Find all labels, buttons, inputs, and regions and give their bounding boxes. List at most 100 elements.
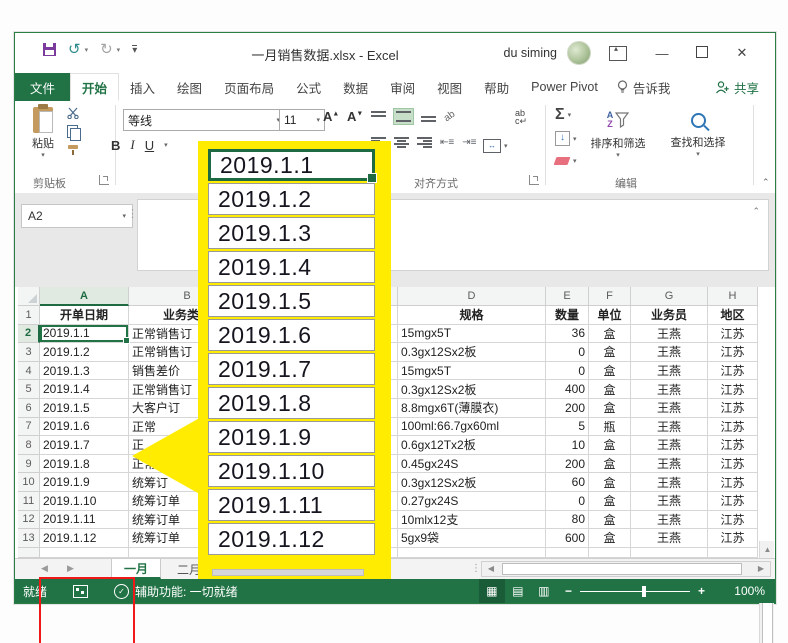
cell[interactable]: 2019.1.9 — [40, 473, 129, 492]
normal-view-button[interactable]: ▦ — [478, 579, 505, 603]
cell[interactable]: 盒 — [589, 361, 631, 381]
cell[interactable]: 江苏 — [708, 454, 758, 474]
column-header-E[interactable]: E — [546, 287, 589, 306]
next-sheet-icon[interactable]: ▶ — [67, 563, 74, 574]
name-box-dropdown-icon[interactable]: ▾ — [122, 212, 126, 220]
column-header-F[interactable]: F — [589, 287, 631, 306]
cell[interactable]: 江苏 — [708, 436, 758, 455]
cell[interactable]: 200 — [546, 454, 589, 474]
ribbon-tab[interactable]: 绘图 — [166, 73, 213, 101]
paste-dropdown-icon[interactable]: ▾ — [23, 151, 63, 159]
row-header-13[interactable]: 13 — [18, 529, 40, 548]
cell[interactable]: 10mlx12支 — [398, 510, 546, 530]
cell[interactable] — [631, 547, 708, 558]
cell[interactable]: 王燕 — [631, 361, 708, 381]
cut-icon[interactable] — [67, 107, 80, 119]
cell[interactable]: 盒 — [589, 343, 631, 362]
cell[interactable]: 2019.1.4 — [40, 380, 129, 399]
ribbon-tab[interactable]: 审阅 — [379, 73, 426, 101]
row-header-3[interactable]: 3 — [18, 343, 40, 362]
zoom-in-button[interactable]: + — [698, 584, 705, 598]
cell[interactable]: 江苏 — [708, 343, 758, 362]
cell[interactable]: 0.3gx12Sx2板 — [398, 343, 546, 362]
horizontal-scroll-thumb[interactable] — [502, 563, 742, 575]
tab-scroll-splitter[interactable]: ⋮ — [471, 563, 481, 574]
share-button[interactable]: 共享 — [699, 73, 775, 101]
ribbon-tab[interactable]: 插入 — [119, 73, 166, 101]
macro-record-icon[interactable] — [73, 584, 89, 598]
increase-font-icon[interactable]: A▲ — [323, 109, 339, 124]
redo-dropdown-icon[interactable]: ▾ — [117, 46, 121, 54]
customize-qat-icon[interactable]: ▾ — [132, 44, 138, 55]
cell[interactable]: 600 — [546, 529, 589, 548]
cell[interactable]: 0 — [546, 491, 589, 511]
cell[interactable]: 盒 — [589, 529, 631, 548]
cell[interactable] — [398, 547, 546, 558]
ribbon-tab[interactable]: 数据 — [332, 73, 379, 101]
cell[interactable]: 江苏 — [708, 361, 758, 381]
minimize-button[interactable]: — — [649, 46, 675, 61]
ribbon-tab[interactable]: 帮助 — [473, 73, 520, 101]
cell[interactable]: 瓶 — [589, 417, 631, 437]
row-header-9[interactable]: 9 — [18, 454, 40, 474]
decrease-indent-icon[interactable]: ⇤≡ — [440, 137, 454, 148]
maximize-button[interactable] — [689, 45, 715, 61]
decrease-font-icon[interactable]: A▼ — [347, 109, 363, 124]
page-layout-view-button[interactable]: ▤ — [505, 579, 531, 603]
cell[interactable]: 规格 — [398, 306, 546, 325]
clear-button[interactable]: ▾ — [553, 157, 577, 165]
find-select-button[interactable]: 查找和选择 ▾ — [661, 105, 735, 158]
row-header-5[interactable]: 5 — [18, 380, 40, 399]
undo-icon[interactable]: ↺ — [68, 42, 81, 57]
cell[interactable]: 王燕 — [631, 491, 708, 511]
cell[interactable] — [18, 547, 40, 558]
cell[interactable]: 盒 — [589, 473, 631, 492]
middle-align-button[interactable] — [393, 108, 414, 125]
top-align-button[interactable] — [371, 111, 386, 122]
column-header-D[interactable]: D — [398, 287, 546, 306]
cell[interactable]: 王燕 — [631, 529, 708, 548]
cell[interactable] — [546, 547, 589, 558]
row-header-4[interactable]: 4 — [18, 361, 40, 381]
cell[interactable]: 江苏 — [708, 529, 758, 548]
fill-button[interactable]: ↓ ▾ — [555, 131, 577, 146]
orientation-button[interactable]: ab — [442, 109, 457, 124]
cell[interactable]: 开单日期 — [40, 306, 129, 325]
tab-file[interactable]: 文件 — [15, 73, 71, 101]
close-button[interactable]: ✕ — [729, 45, 755, 61]
cell[interactable]: 业务员 — [631, 306, 708, 325]
cell[interactable]: 0.6gx12Tx2板 — [398, 436, 546, 455]
cell[interactable]: 江苏 — [708, 473, 758, 492]
ribbon-tab[interactable]: 视图 — [426, 73, 473, 101]
save-icon[interactable] — [43, 43, 56, 56]
cell[interactable]: 盒 — [589, 491, 631, 511]
sort-filter-button[interactable]: AZ 排序和筛选 ▾ — [581, 105, 655, 160]
select-all-corner[interactable] — [18, 287, 40, 306]
cell[interactable]: 5 — [546, 417, 589, 437]
cell[interactable]: 80 — [546, 510, 589, 530]
cell[interactable]: 10 — [546, 436, 589, 455]
row-header-10[interactable]: 10 — [18, 473, 40, 492]
cell[interactable] — [708, 547, 758, 558]
cell[interactable]: 王燕 — [631, 510, 708, 530]
collapse-ribbon-icon[interactable]: ⌃ — [762, 177, 770, 188]
cell[interactable]: 0 — [546, 343, 589, 362]
cell[interactable]: 8.8mgx6T(薄膜衣) — [398, 398, 546, 418]
scroll-up-icon[interactable]: ▲ — [761, 542, 774, 557]
scroll-right-icon[interactable]: ▶ — [754, 563, 768, 575]
cell[interactable]: 王燕 — [631, 398, 708, 418]
zoom-slider[interactable] — [579, 585, 690, 597]
cell[interactable]: 王燕 — [631, 417, 708, 437]
cell[interactable]: 100ml:66.7gx60ml — [398, 417, 546, 437]
cell[interactable] — [589, 547, 631, 558]
cell[interactable]: 200 — [546, 398, 589, 418]
ribbon-tab[interactable]: 开始 — [70, 73, 120, 101]
cell[interactable]: 2019.1.11 — [40, 510, 129, 530]
cell[interactable]: 江苏 — [708, 510, 758, 530]
autosum-button[interactable]: Σ ▾ — [555, 106, 571, 124]
cell[interactable]: 江苏 — [708, 398, 758, 418]
cell[interactable]: 0.27gx24S — [398, 491, 546, 511]
underline-button[interactable]: U — [145, 138, 154, 153]
scroll-left-icon[interactable]: ◀ — [484, 563, 498, 575]
cell[interactable]: 15mgx5T — [398, 361, 546, 381]
